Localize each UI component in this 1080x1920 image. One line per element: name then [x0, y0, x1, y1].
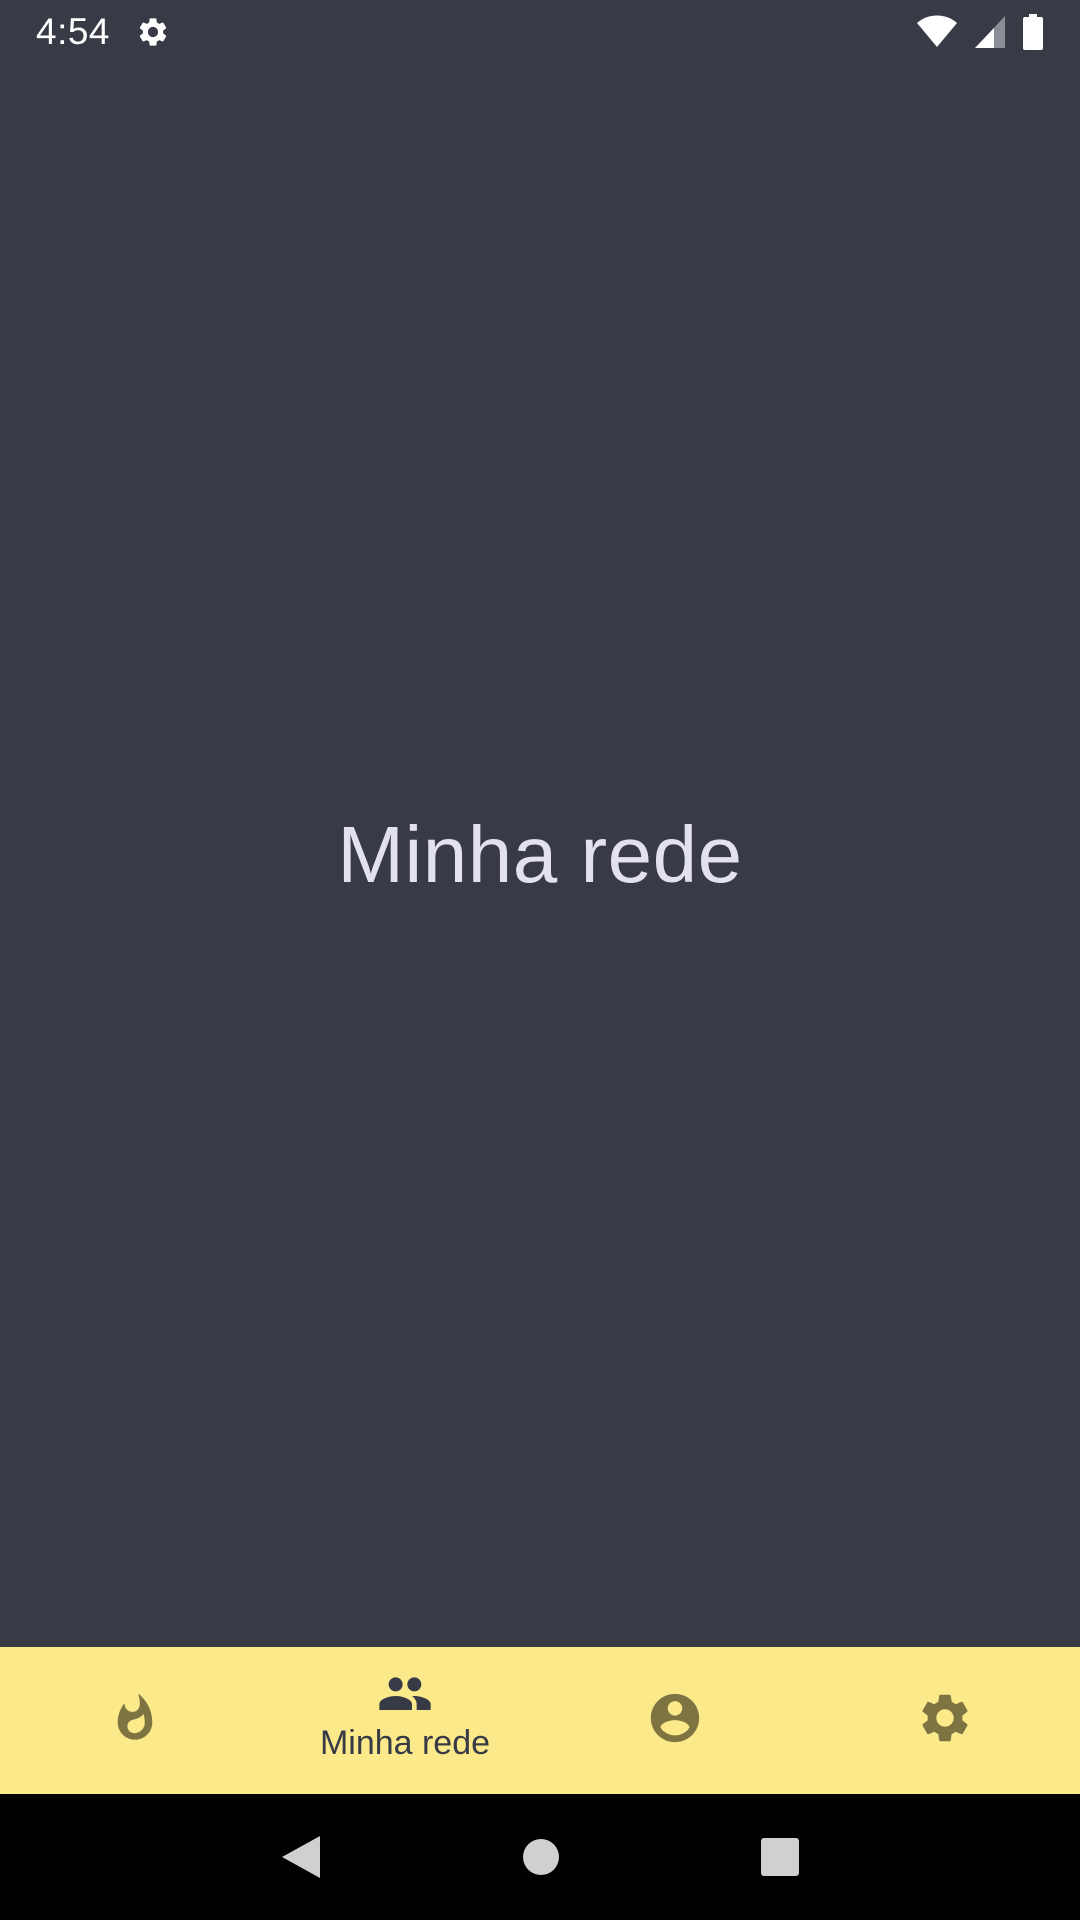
nav-item-settings[interactable] [810, 1647, 1080, 1794]
cellular-signal-icon [974, 15, 1006, 49]
nav-item-feed[interactable] [0, 1647, 270, 1794]
nav-item-minha-rede[interactable]: Minha rede [270, 1647, 540, 1794]
recents-square-icon[interactable] [760, 1837, 800, 1877]
gear-icon [136, 15, 170, 49]
main-content: Minha rede [0, 63, 1080, 1647]
status-right [916, 13, 1044, 50]
status-time: 4:54 [36, 10, 111, 52]
system-navigation-bar [0, 1794, 1080, 1920]
people-icon [377, 1674, 433, 1718]
flame-icon [109, 1689, 161, 1747]
status-left: 4:54 [36, 11, 170, 53]
nav-item-label: Minha rede [319, 1724, 491, 1762]
account-circle-icon [646, 1689, 704, 1747]
home-circle-icon[interactable] [522, 1838, 560, 1876]
bottom-navigation: Minha rede [0, 1647, 1080, 1794]
page-title: Minha rede [337, 810, 743, 899]
gear-icon [916, 1689, 974, 1747]
status-bar: 4:54 [0, 0, 1080, 63]
back-triangle-icon[interactable] [280, 1834, 322, 1880]
battery-icon [1022, 13, 1044, 50]
nav-item-profile[interactable] [540, 1647, 810, 1794]
wifi-icon [916, 15, 958, 49]
